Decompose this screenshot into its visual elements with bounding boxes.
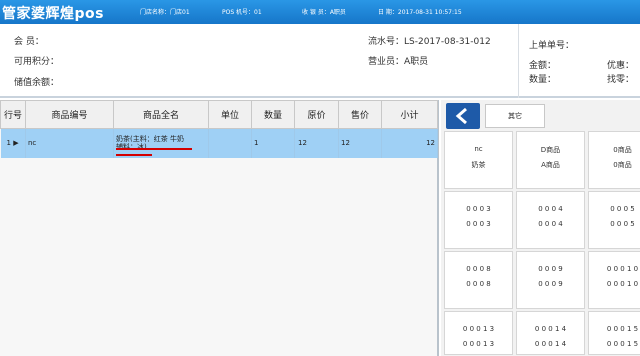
title-bar: 管家婆辉煌pos 门店名称：门店01 POS 机号：01 收 银 员：A职员 日… [0,0,640,24]
col-code[interactable]: 商品编号 [25,100,114,129]
col-orig-price[interactable]: 原价 [294,100,339,129]
row-unit [208,128,252,158]
order-info-panel: 会 员： 可用积分： 储值余额： 流水号：LS-2017-08-31-012 营… [0,24,640,98]
cashier-name: 收 银 员：A职员 [302,9,346,16]
row-qty: 1 [251,128,295,158]
product-tile[interactable]: 0 0 0 5 0 0 0 5 [588,191,640,249]
product-name: 0 0 0 3 [466,220,491,228]
balance-label: 储值余额： [14,78,60,88]
product-name: 0 0 0 5 [610,220,635,228]
col-price[interactable]: 售价 [338,100,382,129]
row-code: nc [25,128,114,158]
annotation-underline [116,154,152,156]
product-tile[interactable]: 0 0 0 1 5 0 0 0 1 5 [588,311,640,355]
tab-other[interactable]: 其它 [485,104,545,128]
product-name: 0商品 [613,161,632,169]
product-code: nc [474,145,483,153]
points-label: 可用积分： [14,57,60,67]
product-code: 0 0 0 8 [466,265,491,273]
product-tile[interactable]: 0 0 0 1 4 0 0 0 1 4 [516,311,585,355]
product-tile[interactable]: 0 0 0 4 0 0 0 4 [516,191,585,249]
row-pointer-icon: ▶ [13,139,19,148]
product-tile[interactable]: nc 奶茶 [444,131,513,189]
product-panel: 其它 nc 奶茶 D商品 A商品 0商品 0商品 0 0 0 3 0 0 0 3… [441,100,640,356]
product-name: 0 0 0 8 [466,280,491,288]
product-name: 奶茶 [471,161,486,169]
col-subtotal[interactable]: 小计 [381,100,438,129]
chevron-left-icon [455,108,467,124]
product-name: 0 0 0 1 4 [534,340,567,348]
change-label: 找零： [607,75,635,85]
sales-table: 行号 商品编号 商品全名 单位 数量 原价 售价 小计 1 ▶ nc 奶茶(主料… [0,100,438,158]
row-name-cell: 奶茶(主料：红茶 牛奶 辅料：冰) [113,128,209,158]
col-name[interactable]: 商品全名 [113,100,209,129]
product-code: D商品 [540,146,561,154]
col-unit[interactable]: 单位 [208,100,252,129]
product-tile[interactable]: 0 0 0 3 0 0 0 3 [444,191,513,249]
table-row[interactable]: 1 ▶ nc 奶茶(主料：红茶 牛奶 辅料：冰) 1 12 12 12 [0,128,438,158]
product-code: 0商品 [613,146,632,154]
product-tile[interactable]: D商品 A商品 [516,131,585,189]
row-price: 12 [338,128,382,158]
row-orig-price: 12 [294,128,339,158]
col-line[interactable]: 行号 [0,100,26,129]
product-tile[interactable]: 0 0 0 1 0 0 0 0 1 0 [588,251,640,309]
back-button[interactable] [446,103,480,129]
product-code: 0 0 0 5 [610,205,635,213]
product-code: 0 0 0 1 4 [534,325,567,333]
product-tile[interactable]: 0商品 0商品 [588,131,640,189]
product-tile[interactable]: 0 0 0 9 0 0 0 9 [516,251,585,309]
col-qty[interactable]: 数量 [251,100,295,129]
sales-grid[interactable]: 行号 商品编号 商品全名 单位 数量 原价 售价 小计 1 ▶ nc 奶茶(主料… [0,100,439,356]
product-code: 0 0 0 1 5 [606,325,639,333]
product-name: 0 0 0 4 [538,220,563,228]
app-title: 管家婆辉煌pos [2,6,104,22]
annotation-underline [116,148,192,150]
row-line: 1 [6,139,11,148]
store-name: 门店名称：门店01 [140,9,190,16]
table-header: 行号 商品编号 商品全名 单位 数量 原价 售价 小计 [0,100,438,129]
product-name: 0 0 0 1 5 [606,340,639,348]
serial-number: 流水号：LS-2017-08-31-012 [368,37,491,47]
member-label: 会 员： [14,37,44,47]
row-subtotal: 12 [381,128,438,158]
product-name: 0 0 0 9 [538,280,563,288]
product-tile[interactable]: 0 0 0 1 3 0 0 0 1 3 [444,311,513,355]
product-name: 0 0 0 1 3 [462,340,495,348]
prev-order-label: 上单单号： [529,41,575,51]
amount-label: 金额： [529,61,557,71]
clerk-name: 营业员：A职员 [368,57,429,67]
product-name: A商品 [541,161,560,169]
pos-number: POS 机号：01 [222,9,262,16]
product-code: 0 0 0 3 [466,205,491,213]
quantity-label: 数量： [529,75,557,85]
product-code: 0 0 0 1 3 [462,325,495,333]
datetime: 日 期：2017-08-31 10:57:15 [378,9,462,16]
row-line-cell: 1 ▶ [0,128,26,158]
product-name: 0 0 0 1 0 [606,280,639,288]
summary-panel: 上单单号： 金额： 优惠： 数量： 找零： [518,24,640,98]
discount-label: 优惠： [607,61,635,71]
product-tile[interactable]: 0 0 0 8 0 0 0 8 [444,251,513,309]
product-code: 0 0 0 4 [538,205,563,213]
product-code: 0 0 0 9 [538,265,563,273]
product-code: 0 0 0 1 0 [606,265,639,273]
